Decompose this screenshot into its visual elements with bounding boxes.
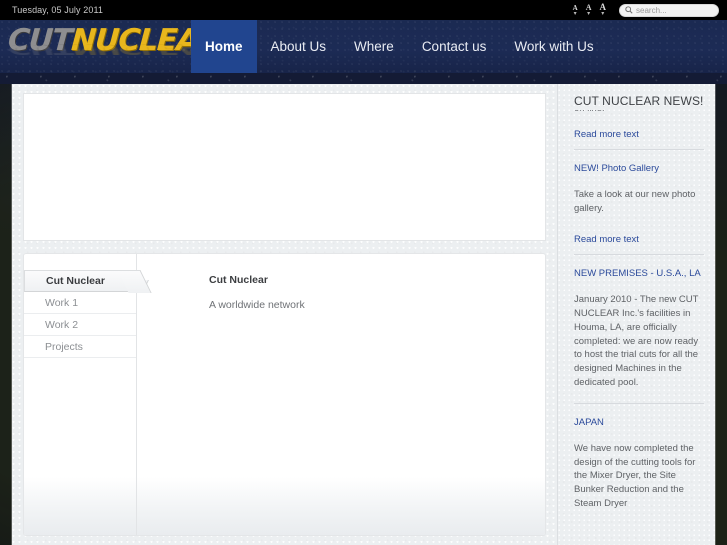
font-size-decrease-icon[interactable]: A ▾: [573, 5, 578, 18]
news-item: Read more text: [574, 124, 704, 150]
news-item: NEW PREMISES - U.S.A., LA January 2010 -…: [574, 268, 704, 404]
chevron-down-icon: ▾: [573, 11, 577, 17]
tab-cut-nuclear[interactable]: Cut Nuclear: [24, 270, 136, 292]
chevron-down-icon: ▾: [587, 11, 591, 17]
news-divider: [574, 402, 704, 404]
news-list: CUT NUCLEAR NEWS! on line. Read more tex…: [558, 84, 715, 511]
news-divider: [574, 253, 704, 255]
news-divider: [574, 149, 704, 150]
font-size-increase-icon[interactable]: A ▾: [600, 3, 607, 18]
nav-item-where[interactable]: Where: [340, 20, 408, 73]
top-utility-bar: Tuesday, 05 July 2011 A ▾ A ▾ A ▾: [0, 0, 727, 20]
news-headline[interactable]: JAPAN: [574, 417, 704, 429]
news-item: JAPAN We have now completed the design o…: [574, 417, 704, 511]
tab-work-1[interactable]: Work 1: [24, 292, 136, 314]
news-body: January 2010 - The new CUT NUCLEAR Inc.'…: [574, 294, 699, 388]
news-item: NEW! Photo Gallery Take a look at our ne…: [574, 163, 704, 255]
news-read-more-link[interactable]: Read more text: [574, 129, 639, 140]
font-size-controls: A ▾ A ▾ A ▾: [573, 3, 607, 18]
tab-list: Cut Nuclear Work 1 Work 2 Projects: [24, 254, 137, 535]
logo-reflection: CUTNUCLEAR: [7, 41, 221, 58]
search-box[interactable]: [619, 3, 719, 17]
news-headline[interactable]: NEW! Photo Gallery: [574, 163, 704, 175]
search-icon: [625, 6, 633, 14]
news-item-clipped: on line.: [574, 110, 704, 124]
tab-content-title: Cut Nuclear: [209, 274, 268, 286]
news-body: We have now completed the design of the …: [574, 442, 696, 509]
main-navigation: Home About Us Where Contact us Work with…: [191, 20, 608, 73]
news-panel-heading: CUT NUCLEAR NEWS!: [574, 94, 704, 108]
nav-item-contact-us[interactable]: Contact us: [408, 20, 501, 73]
news-clipped-text: on line.: [574, 110, 704, 114]
header-bottom-strip: [0, 73, 727, 84]
news-body: Take a look at our new photo gallery.: [574, 189, 696, 215]
tab-work-2[interactable]: Work 2: [24, 314, 136, 336]
tab-panel-content: Cut Nuclear A worldwide network: [137, 254, 545, 535]
nav-item-about-us[interactable]: About Us: [257, 20, 341, 73]
top-bar-controls: A ▾ A ▾ A ▾: [573, 3, 727, 17]
content-shell: Cut Nuclear Work 1 Work 2 Projects Cut N…: [12, 84, 715, 545]
main-column: Cut Nuclear Work 1 Work 2 Projects Cut N…: [12, 84, 557, 545]
tab-projects[interactable]: Projects: [24, 336, 136, 358]
news-sidebar: CUT NUCLEAR NEWS! on line. Read more tex…: [557, 84, 715, 545]
font-size-reset-icon[interactable]: A ▾: [586, 4, 592, 18]
nav-item-work-with-us[interactable]: Work with Us: [500, 20, 607, 73]
current-date: Tuesday, 05 July 2011: [12, 5, 103, 15]
logo-reflect-cut: CUT: [7, 41, 73, 58]
banner-slider[interactable]: [23, 93, 546, 241]
search-input[interactable]: [636, 5, 713, 15]
nav-item-home[interactable]: Home: [191, 20, 257, 73]
news-headline[interactable]: NEW PREMISES - U.S.A., LA: [574, 268, 704, 280]
tab-content-subtitle: A worldwide network: [209, 299, 305, 311]
tabbed-panel: Cut Nuclear Work 1 Work 2 Projects Cut N…: [23, 253, 546, 536]
news-read-more-link[interactable]: Read more text: [574, 234, 639, 245]
site-header: CUTNUCLEAR CUTNUCLEAR Home About Us Wher…: [0, 20, 727, 73]
site-logo[interactable]: CUTNUCLEAR CUTNUCLEAR: [7, 23, 222, 73]
chevron-down-icon: ▾: [601, 11, 605, 17]
